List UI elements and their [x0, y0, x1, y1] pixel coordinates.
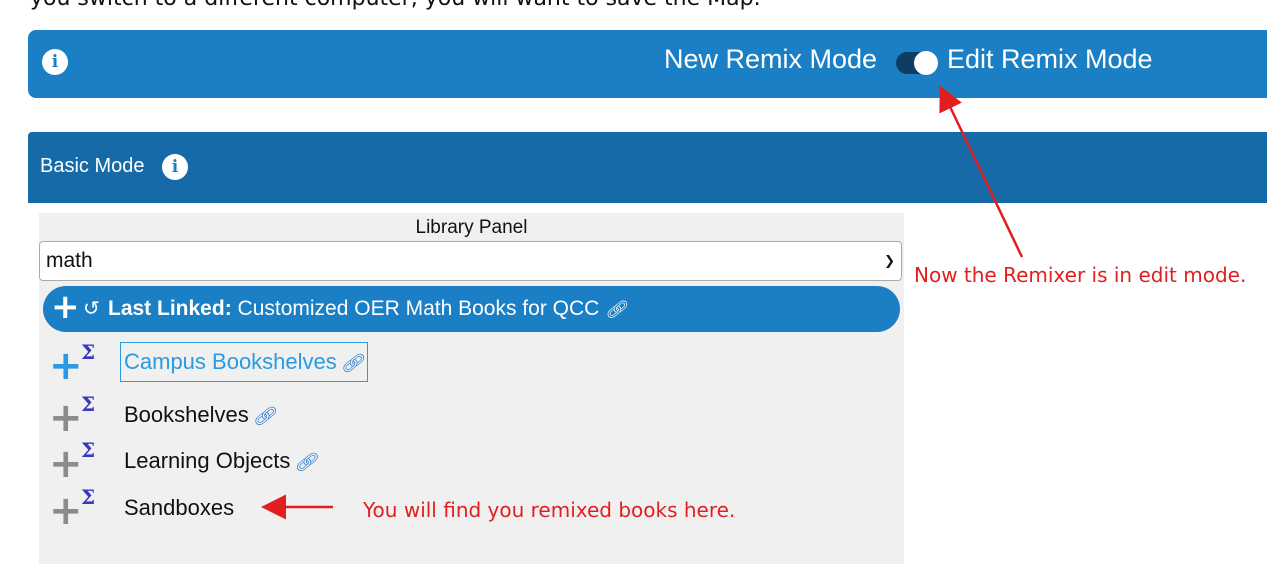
sigma-icon[interactable]: Σ [81, 340, 95, 364]
info-icon[interactable]: i [162, 154, 188, 180]
last-linked-text: Last Linked: Customized OER Math Books f… [108, 297, 627, 321]
tree-item-label[interactable]: Campus Bookshelves 🔗︎ [120, 342, 368, 382]
info-icon[interactable]: i [42, 49, 68, 75]
library-panel-title: Library Panel [415, 217, 528, 238]
sigma-icon[interactable]: Σ [81, 485, 95, 509]
sigma-icon[interactable]: Σ [81, 438, 95, 462]
link-icon[interactable]: 🔗︎ [341, 353, 364, 373]
remix-mode-toggle[interactable] [896, 51, 938, 75]
new-remix-mode-label: New Remix Mode [664, 44, 878, 74]
plus-icon[interactable]: + [49, 398, 83, 438]
link-icon[interactable]: 🔗︎ [605, 300, 627, 319]
chevron-down-icon: ❯ [884, 254, 895, 269]
history-icon: ↺ [83, 296, 100, 320]
tree-item-bookshelves[interactable]: + Σ Bookshelves 🔗︎ [39, 392, 904, 440]
last-linked-row[interactable]: + ↺ Last Linked: Customized OER Math Boo… [43, 286, 900, 332]
tree-item-label[interactable]: Learning Objects 🔗︎ [124, 448, 317, 474]
library-select-value: math [46, 249, 93, 272]
basic-mode-bar: Basic Mode i [28, 132, 1267, 203]
sigma-icon[interactable]: Σ [81, 392, 95, 416]
plus-icon[interactable]: + [51, 289, 80, 325]
annotation-edit-mode: Now the Remixer is in edit mode. [914, 263, 1247, 287]
link-icon[interactable]: 🔗︎ [294, 452, 317, 472]
remix-mode-bar: i New Remix Mode Edit Remix Mode [28, 30, 1267, 98]
tree-item-learning-objects[interactable]: + Σ Learning Objects 🔗︎ [39, 438, 904, 486]
basic-mode-title: Basic Mode [40, 155, 145, 177]
plus-icon[interactable]: + [49, 444, 83, 484]
last-linked-prefix: Last Linked: [108, 297, 232, 320]
edit-remix-mode-label: Edit Remix Mode [947, 44, 1153, 74]
tree-item-label[interactable]: Sandboxes [124, 495, 234, 521]
annotation-sandboxes: You will find you remixed books here. [363, 498, 736, 522]
library-select[interactable]: math ❯ [39, 241, 902, 281]
tree-item-campus-bookshelves[interactable]: + Σ Campus Bookshelves 🔗︎ [39, 340, 904, 388]
intro-text: you switch to a different computer, you … [30, 0, 761, 11]
plus-icon[interactable]: + [49, 346, 83, 386]
link-icon[interactable]: 🔗︎ [253, 406, 276, 426]
plus-icon[interactable]: + [49, 491, 83, 531]
tree-item-label[interactable]: Bookshelves 🔗︎ [124, 402, 276, 428]
last-linked-title[interactable]: Customized OER Math Books for QCC [238, 297, 600, 320]
toggle-knob [914, 51, 938, 75]
